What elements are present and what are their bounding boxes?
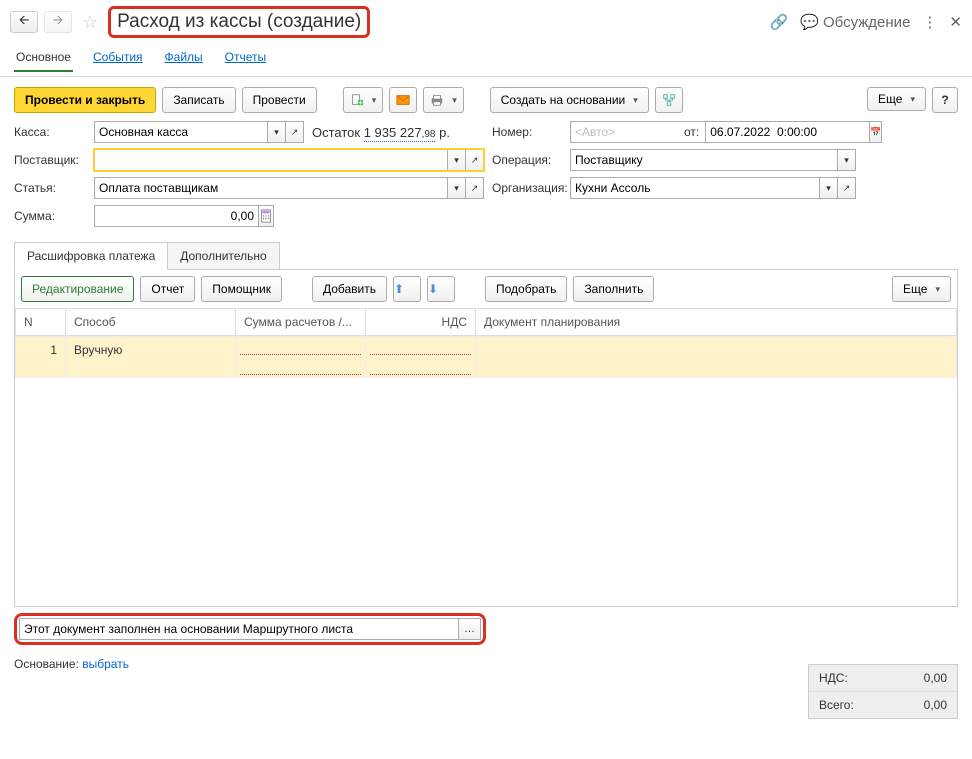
calculator-icon [259,209,273,223]
back-button[interactable]: 🡨 [10,11,38,33]
grand-total-value: 0,00 [924,698,947,712]
print-button[interactable] [423,87,464,113]
kassa-dropdown-button[interactable]: ▾ [268,121,286,143]
attach-button[interactable] [343,87,384,113]
col-method[interactable]: Способ [66,309,236,336]
post-and-close-button[interactable]: Провести и закрыть [14,87,156,113]
favorite-star-icon[interactable]: ☆ [82,12,98,33]
post-button[interactable]: Провести [242,87,317,113]
report-button[interactable]: Отчет [140,276,195,302]
arrow-up-icon: ⬆ [394,282,404,296]
discuss-label: Обсуждение [823,14,910,31]
supplier-label: Поставщик: [14,153,86,167]
totals-panel: НДС: 0,00 Всего: 0,00 [808,664,958,719]
calculator-button[interactable] [259,205,274,227]
hierarchy-icon [662,93,676,107]
tab-reports[interactable]: Отчеты [223,44,268,72]
page-title: Расход из кассы (создание) [108,6,370,38]
pick-button[interactable]: Подобрать [485,276,567,302]
col-plan[interactable]: Документ планирования [476,309,957,336]
sum-input[interactable] [94,205,259,227]
more-button[interactable]: Еще [867,87,926,111]
kassa-label: Касса: [14,125,86,139]
table-row[interactable]: 1 Вручную [16,337,957,378]
help-button[interactable]: ? [932,87,958,113]
helper-button[interactable]: Помощник [201,276,282,302]
create-based-on-button[interactable]: Создать на основании [490,87,649,113]
article-open-button[interactable]: ↗ [466,177,484,199]
add-button[interactable]: Добавить [312,276,387,302]
table-more-button[interactable]: Еще [892,276,951,302]
tab-events[interactable]: События [91,44,145,72]
comment-select-button[interactable]: … [459,618,481,640]
comment-input[interactable] [19,618,459,640]
discuss-icon[interactable]: 💬 Обсуждение [800,13,910,31]
operation-dropdown-button[interactable]: ▾ [838,149,856,171]
kassa-input[interactable] [94,121,268,143]
link-icon[interactable]: 🔗 [769,13,788,31]
basis-label: Основание: [14,657,79,671]
balance-text: Остаток 1 935 227,98 р. [312,125,450,140]
arrow-down-icon: ⬇ [428,282,438,296]
article-label: Статья: [14,181,86,195]
close-icon[interactable]: ✕ [949,13,962,31]
more-menu-icon[interactable]: ⋮ [922,13,937,31]
supplier-open-button[interactable]: ↗ [466,149,484,171]
cell-n[interactable]: 1 [16,337,66,378]
fill-button[interactable]: Заполнить [573,276,654,302]
operation-input[interactable] [570,149,838,171]
move-up-button[interactable]: ⬆ [393,276,421,302]
org-dropdown-button[interactable]: ▾ [820,177,838,199]
sum-label: Сумма: [14,209,86,223]
cell-vat[interactable] [366,337,476,378]
edit-mode-button[interactable]: Редактирование [21,276,134,302]
grand-total-label: Всего: [819,698,854,712]
supplier-dropdown-button[interactable]: ▾ [448,149,466,171]
col-n[interactable]: N [16,309,66,336]
cell-method[interactable]: Вручную [66,337,236,378]
tab-main[interactable]: Основное [14,44,73,72]
org-label: Организация: [492,181,562,195]
save-button[interactable]: Записать [162,87,235,113]
article-dropdown-button[interactable]: ▾ [448,177,466,199]
number-label: Номер: [492,125,562,139]
org-input[interactable] [570,177,820,199]
col-sum[interactable]: Сумма расчетов /... [236,309,366,336]
envelope-icon [396,93,410,107]
basis-select-link[interactable]: выбрать [82,657,129,671]
document-plus-icon [350,93,364,107]
forward-button[interactable]: 🡪 [44,11,72,33]
cell-sum[interactable] [236,337,366,378]
kassa-open-button[interactable]: ↗ [286,121,304,143]
calendar-button[interactable]: 📅 [870,121,882,143]
vat-total-value: 0,00 [924,671,947,685]
subtab-additional[interactable]: Дополнительно [168,242,279,270]
tab-files[interactable]: Файлы [163,44,205,72]
from-label: от: [684,125,699,139]
structure-button[interactable] [655,87,683,113]
operation-label: Операция: [492,153,562,167]
email-button[interactable] [389,87,417,113]
vat-total-label: НДС: [819,671,848,685]
printer-icon [430,93,444,107]
move-down-button[interactable]: ⬇ [427,276,455,302]
supplier-input[interactable] [94,149,448,171]
col-vat[interactable]: НДС [366,309,476,336]
org-open-button[interactable]: ↗ [838,177,856,199]
cell-plan[interactable] [476,337,957,378]
subtab-breakdown[interactable]: Расшифровка платежа [14,242,168,270]
date-input[interactable] [705,121,870,143]
article-input[interactable] [94,177,448,199]
